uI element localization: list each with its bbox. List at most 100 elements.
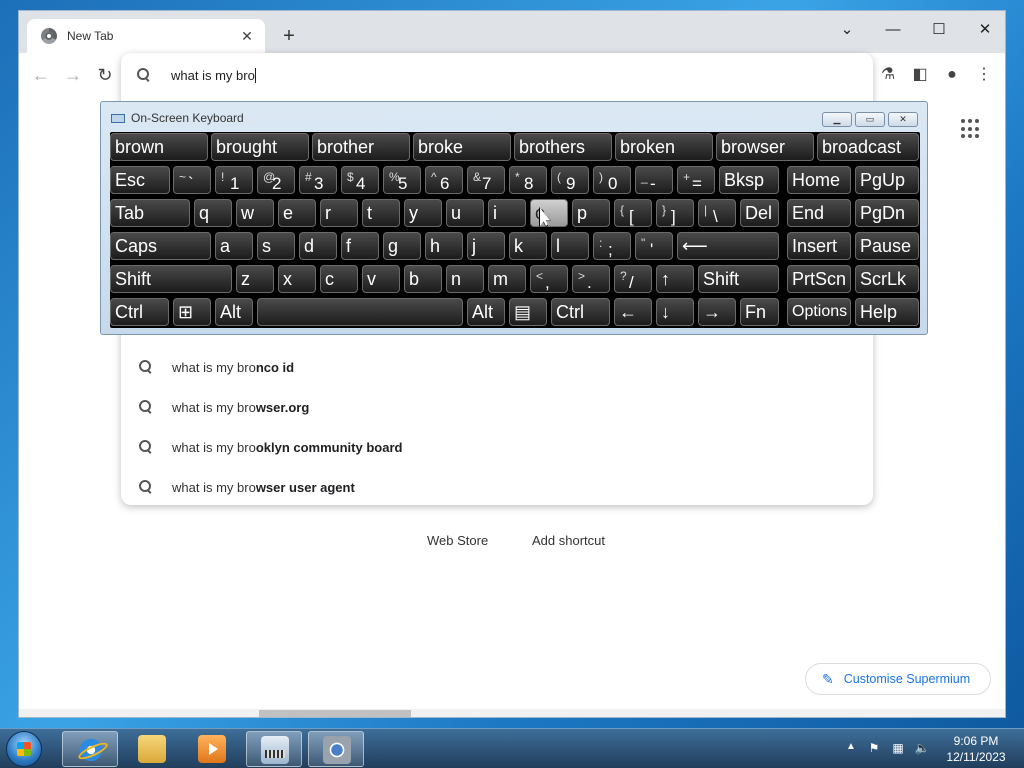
forward-arrow-icon[interactable]: → xyxy=(61,63,85,87)
key-d[interactable]: d xyxy=(299,232,337,260)
new-tab-button[interactable]: + xyxy=(277,25,301,47)
comma-key[interactable]: <, xyxy=(530,265,568,293)
shortcut-web-store[interactable]: Web Store xyxy=(427,533,488,548)
labs-flask-icon[interactable]: ⚗ xyxy=(877,64,899,86)
osk-close-button[interactable]: ✕ xyxy=(888,112,918,127)
prediction-key[interactable]: broadcast xyxy=(817,133,919,161)
key-z[interactable]: z xyxy=(236,265,274,293)
help-key[interactable]: Help xyxy=(855,298,919,326)
shortcut-add[interactable]: Add shortcut xyxy=(532,533,605,548)
apps-grid-icon[interactable] xyxy=(961,119,981,139)
maximize-button[interactable]: ☐ xyxy=(923,17,955,43)
semicolon-key[interactable]: :; xyxy=(593,232,631,260)
suggestion-item[interactable]: what is my browser.org xyxy=(121,387,873,427)
minimize-button[interactable]: — xyxy=(877,17,909,43)
delete-key[interactable]: Del xyxy=(740,199,779,227)
options-key[interactable]: Options xyxy=(787,298,851,326)
prediction-key[interactable]: brothers xyxy=(514,133,612,161)
action-center-icon[interactable]: ⚑ xyxy=(866,741,882,755)
key-4[interactable]: $4 xyxy=(341,166,379,194)
key-s[interactable]: s xyxy=(257,232,295,260)
scrollbar-thumb[interactable] xyxy=(259,710,411,717)
key-h[interactable]: h xyxy=(425,232,463,260)
key-x[interactable]: x xyxy=(278,265,316,293)
fn-key[interactable]: Fn xyxy=(740,298,779,326)
left-alt-key[interactable]: Alt xyxy=(215,298,253,326)
taskbar-media-player[interactable] xyxy=(184,731,240,767)
right-alt-key[interactable]: Alt xyxy=(467,298,505,326)
key-n[interactable]: n xyxy=(446,265,484,293)
windows-key[interactable]: ⊞ xyxy=(173,298,211,326)
pause-key[interactable]: Pause xyxy=(855,232,919,260)
prtscn-key[interactable]: PrtScn xyxy=(787,265,851,293)
key-t[interactable]: t xyxy=(362,199,400,227)
reload-icon[interactable]: ↻ xyxy=(93,63,117,87)
tab-new-tab[interactable]: New Tab ✕ xyxy=(27,19,265,53)
tilde-key[interactable]: ~ ` xyxy=(173,166,211,194)
prediction-key[interactable]: brown xyxy=(110,133,208,161)
caps-lock-key[interactable]: Caps xyxy=(110,232,211,260)
customise-button[interactable]: ✎ Customise Supermium xyxy=(805,663,991,695)
side-panel-icon[interactable]: ◧ xyxy=(909,64,931,86)
key-u[interactable]: u xyxy=(446,199,484,227)
key-g[interactable]: g xyxy=(383,232,421,260)
horizontal-scrollbar[interactable] xyxy=(19,709,1005,717)
scrlk-key[interactable]: ScrLk xyxy=(855,265,919,293)
menu-kebab-icon[interactable]: ⋮ xyxy=(973,64,995,86)
esc-key[interactable]: Esc xyxy=(110,166,170,194)
key-e[interactable]: e xyxy=(278,199,316,227)
left-arrow-key[interactable]: ← xyxy=(614,298,652,326)
left-shift-key[interactable]: Shift xyxy=(110,265,232,293)
home-key[interactable]: Home xyxy=(787,166,851,194)
key-7[interactable]: & 7 xyxy=(467,166,505,194)
network-icon[interactable]: ▦ xyxy=(890,741,906,755)
key-r[interactable]: r xyxy=(320,199,358,227)
right-arrow-key[interactable]: → xyxy=(698,298,736,326)
quote-key[interactable]: " ' xyxy=(635,232,673,260)
taskbar-explorer[interactable] xyxy=(124,731,180,767)
key-9[interactable]: (9 xyxy=(551,166,589,194)
spacebar-key[interactable] xyxy=(257,298,463,326)
backspace-key[interactable]: Bksp xyxy=(719,166,779,194)
key-0[interactable]: ) 0 xyxy=(593,166,631,194)
key-8[interactable]: * 8 xyxy=(509,166,547,194)
suggestion-item[interactable]: what is my browser user agent xyxy=(121,467,873,507)
down-arrow-key[interactable]: ↓ xyxy=(656,298,694,326)
prediction-key[interactable]: browser xyxy=(716,133,814,161)
key-6[interactable]: ^ 6 xyxy=(425,166,463,194)
right-ctrl-key[interactable]: Ctrl xyxy=(551,298,610,326)
omnibox-input[interactable]: what is my bro xyxy=(121,53,873,97)
taskbar-osk[interactable] xyxy=(246,731,302,767)
prediction-key[interactable]: broken xyxy=(615,133,713,161)
system-clock[interactable]: 9:06 PM 12/11/2023 xyxy=(936,733,1016,765)
key-m[interactable]: m xyxy=(488,265,526,293)
key-y[interactable]: y xyxy=(404,199,442,227)
key-k[interactable]: k xyxy=(509,232,547,260)
start-button[interactable] xyxy=(6,731,42,767)
period-key[interactable]: >. xyxy=(572,265,610,293)
end-key[interactable]: End xyxy=(787,199,851,227)
prediction-key[interactable]: broke xyxy=(413,133,511,161)
key-l[interactable]: l xyxy=(551,232,589,260)
suggestion-item[interactable]: what is my brooklyn community board xyxy=(121,427,873,467)
key-3[interactable]: #3 xyxy=(299,166,337,194)
pgdn-key[interactable]: PgDn xyxy=(855,199,919,227)
osk-titlebar[interactable]: On-Screen Keyboard xyxy=(111,111,244,125)
key-b[interactable]: b xyxy=(404,265,442,293)
menu-key[interactable]: ▤ xyxy=(509,298,547,326)
key-f[interactable]: f xyxy=(341,232,379,260)
prediction-key[interactable]: brother xyxy=(312,133,410,161)
prediction-key[interactable]: brought xyxy=(211,133,309,161)
taskbar-browser[interactable] xyxy=(308,731,364,767)
left-bracket-key[interactable]: {[ xyxy=(614,199,652,227)
close-icon[interactable]: ✕ xyxy=(239,28,255,45)
key-w[interactable]: w xyxy=(236,199,274,227)
right-bracket-key[interactable]: }] xyxy=(656,199,694,227)
backslash-key[interactable]: | \ xyxy=(698,199,736,227)
suggestion-item[interactable]: what is my bronco id xyxy=(121,347,873,387)
tab-key[interactable]: Tab xyxy=(110,199,190,227)
osk-minimize-button[interactable]: ▁ xyxy=(822,112,852,127)
key-v[interactable]: v xyxy=(362,265,400,293)
profile-icon[interactable]: ● xyxy=(941,64,963,86)
minus-key[interactable]: _ - xyxy=(635,166,673,194)
